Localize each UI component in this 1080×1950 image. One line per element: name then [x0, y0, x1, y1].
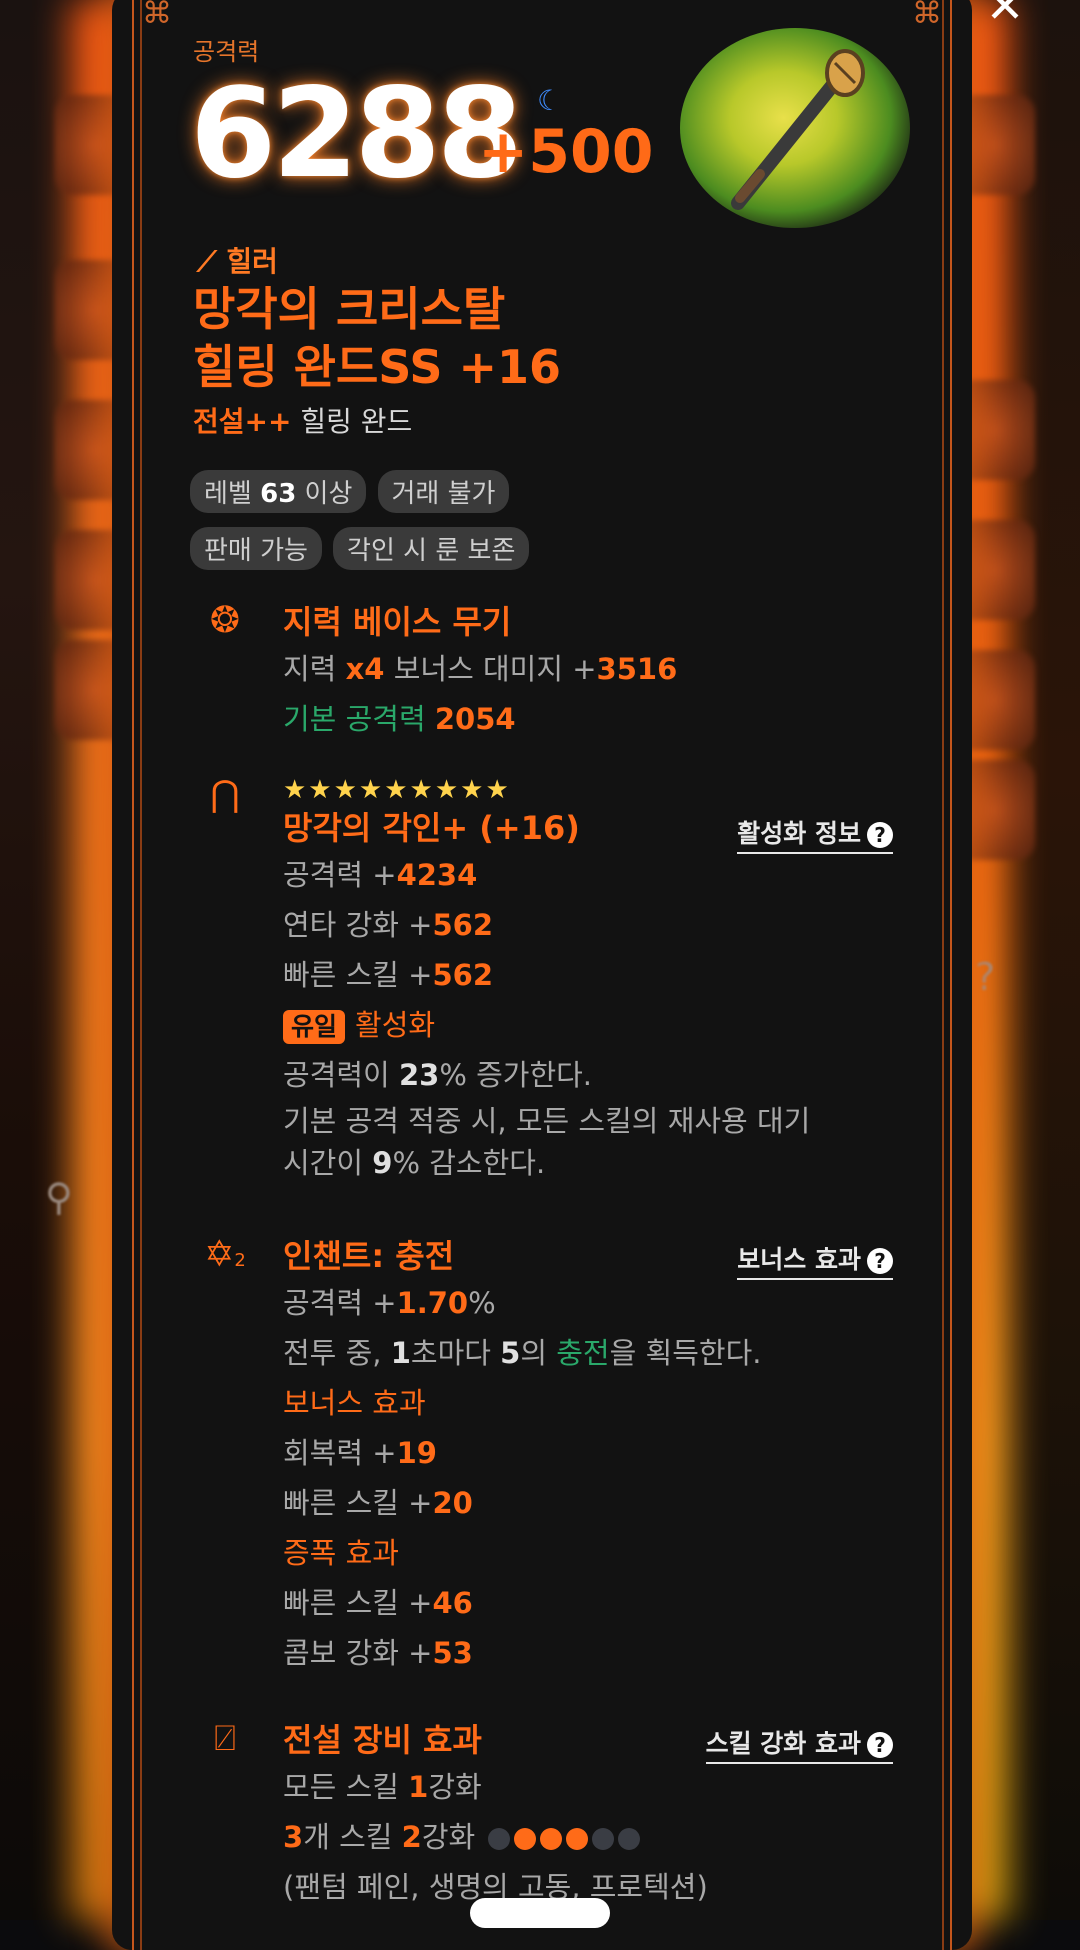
skill-level-dot — [592, 1828, 615, 1850]
help-icon: ? — [867, 1248, 893, 1274]
wand-icon: ⟋ — [197, 245, 217, 278]
stat-line: 콤보 강화 +53 — [283, 1636, 473, 1670]
stat-line: 공격력 +4234 — [283, 858, 478, 892]
tag-list: 레벨 63 이상 거래 불가 판매 가능 각인 시 룬 보존 — [190, 470, 790, 584]
skill-level-dot — [488, 1828, 511, 1850]
search-icon: ⚲ — [45, 1175, 73, 1219]
class-label: ⟋ 힐러 — [197, 245, 278, 278]
skill-level-dot — [540, 1828, 563, 1850]
weapon-image — [680, 28, 910, 228]
skill-level-dots — [484, 1820, 641, 1854]
corner-ornament-icon: ⌘ — [912, 0, 942, 31]
corner-ornament-icon: ⌘ — [142, 0, 172, 31]
rune-icon: ⋂ — [210, 774, 240, 815]
stat-line: 빠른 스킬 +20 — [283, 1486, 473, 1520]
item-name: 망각의 크리스탈 힐링 완드SS +16 — [193, 282, 562, 394]
stat-line: 모든 스킬 1강화 — [283, 1770, 482, 1804]
home-indicator[interactable] — [470, 1898, 610, 1928]
stat-line: 연타 강화 +562 — [283, 908, 494, 942]
skill-level-dot — [566, 1828, 589, 1850]
attack-bonus: +500 — [478, 117, 654, 187]
stat-line: 3개 스킬 2강화 — [283, 1812, 893, 1862]
tag-sellable: 판매 가능 — [190, 527, 322, 570]
wand-image-icon — [731, 49, 865, 210]
tag-rune-preserve: 각인 시 룬 보존 — [333, 527, 530, 570]
desc-line: 기본 공격 적중 시, 모든 스킬의 재사용 대기 — [283, 1104, 811, 1138]
help-icon: ? — [975, 955, 996, 999]
activation-info-link[interactable]: 활성화 정보? — [737, 814, 893, 854]
unique-badge: 유일 — [283, 1010, 346, 1044]
attack-value: 6288 — [190, 62, 523, 206]
tag-untradable: 거래 불가 — [377, 470, 510, 513]
stat-line: 기본 공격력 2054 — [283, 702, 516, 736]
tag-level: 레벨 63 이상 — [190, 470, 367, 513]
desc-line: 공격력이 23% 증가한다. — [283, 1058, 593, 1092]
stat-line: 회복력 +19 — [283, 1436, 437, 1470]
stat-line: 빠른 스킬 +46 — [283, 1586, 473, 1620]
skill-level-dot — [618, 1828, 641, 1850]
stat-line: 빠른 스킬 +562 — [283, 958, 494, 992]
brain-icon: ❂ — [209, 600, 241, 641]
desc-line: 전투 중, 1초마다 5의 충전을 획득한다. — [283, 1336, 762, 1370]
unique-line: 유일 활성화 — [283, 1000, 893, 1050]
help-icon: ? — [867, 822, 893, 848]
skill-enhance-link[interactable]: 스킬 강화 효과? — [705, 1724, 893, 1764]
bonus-effect-link[interactable]: 보너스 효과? — [737, 1240, 893, 1280]
desc-line: 시간이 9% 감소한다. — [283, 1146, 546, 1180]
section-title: 지력 베이스 무기 — [283, 603, 512, 641]
bonus-effect-title: 보너스 효과 — [283, 1386, 426, 1420]
help-icon: ? — [867, 1732, 893, 1758]
stat-line: 지력 x4 보너스 대미지 +3516 — [283, 652, 678, 686]
legend-icon: ⍁ — [214, 1718, 236, 1759]
stat-line: 공격력 +1.70% — [283, 1286, 496, 1320]
moon-icon: ☾ — [537, 84, 563, 117]
enchant-star-icon: ✡2 — [204, 1234, 246, 1275]
grade-line: 전설++ 힐링 완드 — [193, 405, 413, 438]
skill-level-dot — [514, 1828, 537, 1850]
close-button[interactable]: ✕ — [975, 0, 1035, 29]
amplify-effect-title: 증폭 효과 — [283, 1536, 399, 1570]
star-rating: ★★★★★★★★★ — [283, 775, 511, 805]
